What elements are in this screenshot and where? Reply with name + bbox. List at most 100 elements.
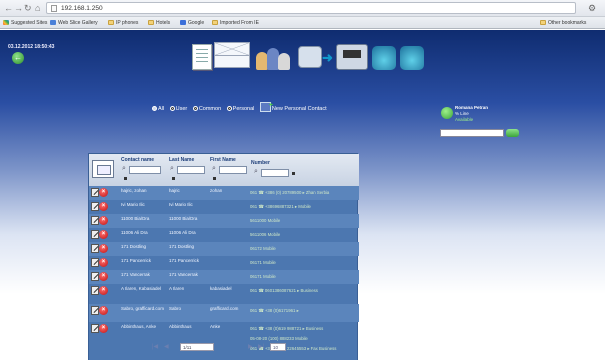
home-icon[interactable]: ⌂ [35,3,40,13]
sort-icon[interactable] [292,172,295,175]
sort-icon[interactable] [172,177,175,180]
sort-icon[interactable] [124,177,127,180]
phone-number-link[interactable]: 061 ☎ +38 (0)619 988721 ▸ Business [250,326,323,332]
contact-filter: All User Common Personal New Personal Co… [152,100,331,114]
edit-icon[interactable] [91,306,99,315]
filter-number[interactable] [254,168,289,177]
radio-icon [169,106,175,111]
phone-number-link[interactable]: 061 ☎ +38696887321 ▸ Mobile [250,204,311,210]
table-row[interactable]: × 171 Pancerrick 171 Pancerrick 06171 Mobil… [89,256,359,270]
user-name: Romana Petran [455,105,489,110]
filter-personal[interactable]: Personal [226,106,254,112]
cell-last-name: hajric [169,188,180,193]
bookmark-hotels[interactable]: Hotels [148,17,170,29]
cell-contact-name: Abbinthaus, Anke [121,324,157,329]
page-indicator[interactable]: 1/11 [180,343,214,351]
filter-contact-name[interactable] [122,165,161,174]
last-page-icon[interactable]: ▶| [258,343,264,350]
bookmark-other[interactable]: Other bookmarks [540,17,586,29]
column-last-name[interactable]: Last Name [169,157,194,163]
cell-first-name: Anke [210,324,221,329]
edit-icon[interactable] [91,286,99,295]
table-row[interactable]: × A Ilaren, Kabasiadel A Ilaren kabasiadel 0… [89,284,359,304]
column-number[interactable]: Number [251,160,270,166]
table-row[interactable]: × hajric, zohan hajric zohan 061 ☎ +386 (0) … [89,186,359,200]
phone-number-link[interactable]: 061 ☎ +38 (0)6171961 ▸ [250,308,299,314]
forward-icon[interactable]: → [14,3,23,13]
sort-icon[interactable] [213,177,216,180]
edit-icon[interactable] [91,324,99,333]
delete-icon[interactable]: × [99,230,108,239]
delete-icon[interactable]: × [99,306,108,315]
table-row[interactable]: × 11006 Ali Dra 11006 Ali Dra 5611006 Mobil… [89,228,359,242]
reload-icon[interactable]: ↻ [24,3,32,14]
delete-icon[interactable]: × [99,286,108,295]
user-availability[interactable]: Available [455,117,473,122]
new-personal-contact-button[interactable]: New Personal Contact [259,100,327,112]
table-row[interactable]: × 171 Vancerrak 171 Vancerrak 06171 Mobile [89,270,359,284]
phone-settings-icon[interactable] [372,46,396,70]
next-page-icon[interactable]: ▶ [248,343,253,350]
delete-icon[interactable]: × [99,244,108,253]
bookmark-suggested-sites[interactable]: Suggested Sites [3,17,47,29]
bookmark-google[interactable]: Google [180,17,204,29]
back-icon[interactable]: ← [4,3,13,13]
page-size-select[interactable]: 10 [270,343,286,351]
first-page-icon[interactable]: |◀ [152,343,158,350]
delete-icon[interactable]: × [99,188,108,197]
column-first-name[interactable]: First Name [210,157,236,163]
bookmark-web-slice[interactable]: Web Slice Gallery [50,17,98,29]
contacts-icon[interactable] [256,44,292,70]
directory-icon[interactable] [192,44,212,70]
edit-icon[interactable] [91,258,99,267]
export-icon[interactable] [92,160,114,178]
filter-all[interactable]: All [152,106,164,112]
table-row[interactable]: × 11000 Bia/Dra 11000 Bia/Dra 5611000 Mobil… [89,214,359,228]
radio-icon [226,106,232,111]
address-bar[interactable]: 192.168.1.250 [46,2,576,14]
filter-last-name[interactable] [170,165,205,174]
phone-number-link[interactable]: 05-08-20 (100) 888233 Mobile [250,336,308,342]
column-contact-name[interactable]: Contact name [121,157,154,163]
bookmark-imported-ie[interactable]: Imported From IE [212,17,259,29]
delete-icon[interactable]: × [99,216,108,225]
messages-icon[interactable] [214,42,250,68]
table-row[interactable]: × Ivi Mario Ilic Ivi Mario Ilic 061 ☎ +3869… [89,200,359,214]
phone-number-link[interactable]: 5611006 Mobile [250,232,280,238]
filter-user[interactable]: User [169,106,187,112]
phone-number-link[interactable]: 061 ☎ +386 (0) 20789500 ▸ Zhan Serbia [250,190,329,196]
back-button[interactable]: ← [12,52,24,64]
fax-icon[interactable] [336,44,368,70]
phone-number-link[interactable]: 06171 Mobile [250,274,276,280]
call-forward-icon[interactable] [298,46,322,68]
filter-first-name[interactable] [212,165,247,174]
quick-search-input[interactable] [440,129,504,137]
edit-icon[interactable] [91,272,99,281]
wrench-icon[interactable]: ⚙ [588,3,596,14]
cell-last-name: Ivi Mario Ilic [169,202,193,207]
delete-icon[interactable]: × [99,324,108,333]
cell-last-name: 11006 Ali Dra [169,230,196,235]
delete-icon[interactable]: × [99,272,108,281]
edit-icon[interactable] [91,202,99,211]
table-row[interactable]: × Sabro, grafficard.com Sabro grafficard.co… [89,304,359,322]
search-go-button[interactable] [506,129,519,137]
edit-icon[interactable] [91,244,99,253]
edit-icon[interactable] [91,188,99,197]
phone-icon[interactable] [400,46,424,70]
phone-number-link[interactable]: 5611000 Mobile [250,218,280,224]
filter-common[interactable]: Common [192,106,221,112]
main-navigation: ➜ [190,36,425,72]
folder-icon [540,20,546,25]
edit-icon[interactable] [91,230,99,239]
bookmark-ip-phones[interactable]: IP phones [108,17,138,29]
phone-number-link[interactable]: 061 ☎ 0601386087621 ▸ Business [250,288,318,294]
phone-number-link[interactable]: 06172 Mobile [250,246,276,252]
edit-icon[interactable] [91,216,99,225]
delete-icon[interactable]: × [99,258,108,267]
delete-icon[interactable]: × [99,202,108,211]
table-row[interactable]: × 171 Dostling 171 Dostling 06172 Mobile [89,242,359,256]
phone-number-link[interactable]: 06171 Mobile [250,260,276,266]
prev-page-icon[interactable]: ◀ [164,343,169,350]
cell-first-name: grafficard.com [210,306,239,311]
